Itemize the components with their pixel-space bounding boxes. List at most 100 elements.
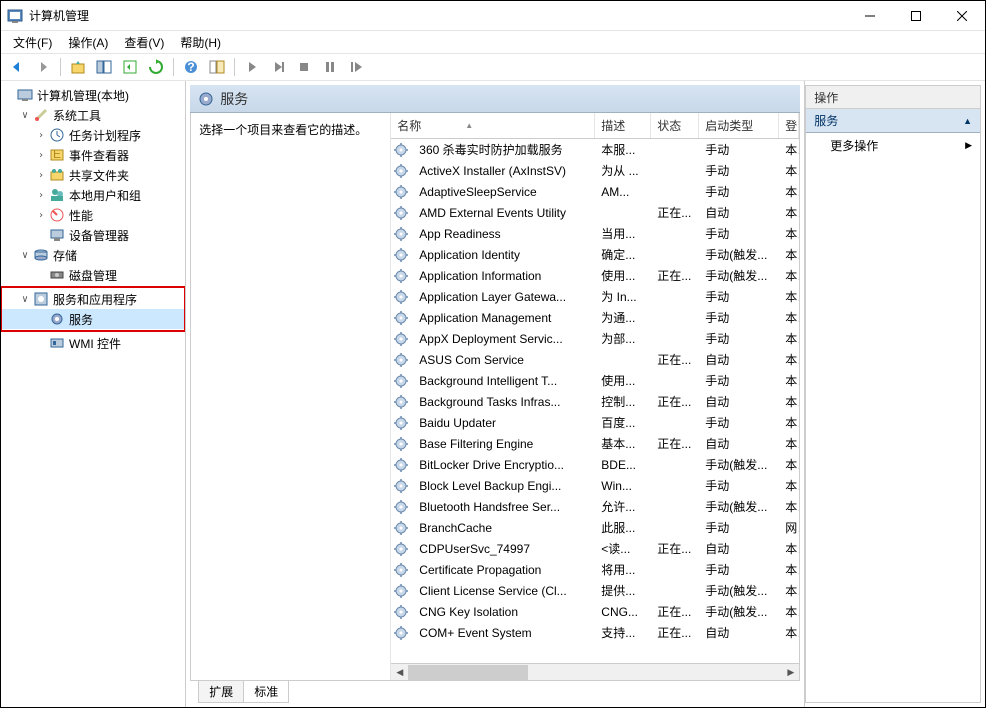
service-logon: 本 [779, 267, 799, 284]
stop-service-button[interactable] [292, 56, 316, 78]
actions-section[interactable]: 服务 ▲ [806, 109, 980, 133]
service-startup: 手动 [699, 183, 779, 200]
menu-help[interactable]: 帮助(H) [172, 32, 229, 53]
show-hide-tree-button[interactable] [92, 56, 116, 78]
resume-service-button[interactable] [344, 56, 368, 78]
service-name: Bluetooth Handsfree Ser... [413, 500, 595, 514]
service-row[interactable]: App Readiness当用...手动本 [391, 223, 799, 244]
col-logon[interactable]: 登 [779, 113, 799, 138]
tree-shared-folders[interactable]: ›共享文件夹 [1, 165, 185, 185]
service-name: CDPUserSvc_74997 [413, 542, 595, 556]
service-row[interactable]: Bluetooth Handsfree Ser...允许...手动(触发...本 [391, 496, 799, 517]
service-row[interactable]: BranchCache此服...手动网 [391, 517, 799, 538]
properties-button[interactable] [205, 56, 229, 78]
service-row[interactable]: Application Identity确定...手动(触发...本 [391, 244, 799, 265]
service-row[interactable]: CNG Key IsolationCNG...正在...手动(触发...本 [391, 601, 799, 622]
back-button[interactable] [5, 56, 29, 78]
service-name: BranchCache [413, 521, 595, 535]
service-row[interactable]: Client License Service (Cl...提供...手动(触发.… [391, 580, 799, 601]
chevron-right-icon: ▶ [965, 140, 972, 151]
scroll-right-icon[interactable]: ▶ [782, 664, 799, 681]
service-row[interactable]: Application Management为通...手动本 [391, 307, 799, 328]
service-logon: 本 [779, 246, 799, 263]
service-row[interactable]: AdaptiveSleepServiceAM...手动本 [391, 181, 799, 202]
service-startup: 手动(触发... [699, 456, 779, 473]
service-row[interactable]: Baidu Updater百度...手动本 [391, 412, 799, 433]
minimize-button[interactable] [847, 1, 893, 31]
tree-task-scheduler[interactable]: ›任务计划程序 [1, 125, 185, 145]
maximize-button[interactable] [893, 1, 939, 31]
tree-services-apps[interactable]: ∨ 服务和应用程序 [1, 289, 185, 309]
service-row[interactable]: Background Tasks Infras...控制...正在...自动本 [391, 391, 799, 412]
expand-icon[interactable]: › [33, 170, 49, 181]
tab-standard[interactable]: 标准 [243, 681, 289, 703]
service-row[interactable]: Application Information使用...正在...手动(触发..… [391, 265, 799, 286]
horizontal-scrollbar[interactable]: ◀ ▶ [391, 663, 799, 680]
service-status: 正在... [651, 267, 699, 284]
up-button[interactable] [66, 56, 90, 78]
service-logon: 本 [779, 393, 799, 410]
menubar: 文件(F) 操作(A) 查看(V) 帮助(H) [1, 31, 985, 53]
gear-icon [393, 163, 409, 179]
menu-view[interactable]: 查看(V) [116, 32, 172, 53]
service-row[interactable]: BitLocker Drive Encryptio...BDE...手动(触发.… [391, 454, 799, 475]
help-button[interactable]: ? [179, 56, 203, 78]
service-row[interactable]: Background Intelligent T...使用...手动本 [391, 370, 799, 391]
service-row[interactable]: Block Level Backup Engi...Win...手动本 [391, 475, 799, 496]
service-row[interactable]: Certificate Propagation将用...手动本 [391, 559, 799, 580]
menu-action[interactable]: 操作(A) [60, 32, 116, 53]
service-desc: 提供... [595, 582, 651, 599]
expand-icon[interactable]: › [33, 210, 49, 221]
service-row[interactable]: ActiveX Installer (AxInstSV)为从 ...手动本 [391, 160, 799, 181]
service-row[interactable]: ASUS Com Service正在...自动本 [391, 349, 799, 370]
collapse-icon[interactable]: ∨ [17, 250, 33, 261]
expand-icon[interactable]: › [33, 130, 49, 141]
col-startup[interactable]: 启动类型 [699, 113, 779, 138]
tree-device-manager[interactable]: 设备管理器 [1, 225, 185, 245]
tree-performance[interactable]: ›性能 [1, 205, 185, 225]
tree-storage[interactable]: ∨ 存储 [1, 245, 185, 265]
tree-system-tools[interactable]: ∨ 系统工具 [1, 105, 185, 125]
tree-label: 设备管理器 [69, 227, 129, 244]
service-row[interactable]: Base Filtering Engine基本...正在...自动本 [391, 433, 799, 454]
navigation-tree[interactable]: 计算机管理(本地) ∨ 系统工具 ›任务计划程序 ›E事件查看器 ›共享文件夹 [1, 81, 186, 707]
service-row[interactable]: CDPUserSvc_74997<读...正在...自动本 [391, 538, 799, 559]
tree-local-users[interactable]: ›本地用户和组 [1, 185, 185, 205]
expand-icon[interactable]: › [33, 190, 49, 201]
tab-extended[interactable]: 扩展 [198, 681, 244, 703]
menu-file[interactable]: 文件(F) [5, 32, 60, 53]
service-row[interactable]: AMD External Events Utility正在...自动本 [391, 202, 799, 223]
actions-header: 操作 [805, 85, 981, 109]
storage-icon [33, 247, 49, 263]
export-button[interactable] [118, 56, 142, 78]
forward-button[interactable] [31, 56, 55, 78]
collapse-icon[interactable]: ∨ [17, 294, 33, 305]
tree-services[interactable]: 服务 [1, 309, 185, 329]
refresh-button[interactable] [144, 56, 168, 78]
service-row[interactable]: Application Layer Gatewa...为 In...手动本 [391, 286, 799, 307]
tree-root[interactable]: 计算机管理(本地) [1, 85, 185, 105]
col-name[interactable]: 名称▲ [391, 113, 595, 138]
service-status: 正在... [651, 351, 699, 368]
actions-more[interactable]: 更多操作 ▶ [806, 133, 980, 158]
list-body[interactable]: 360 杀毒实时防护加载服务本服...手动本ActiveX Installer … [391, 139, 799, 663]
restart-service-button[interactable] [318, 56, 342, 78]
pause-service-button[interactable] [266, 56, 290, 78]
start-service-button[interactable] [240, 56, 264, 78]
service-desc: 允许... [595, 498, 651, 515]
col-status[interactable]: 状态 [651, 113, 699, 138]
collapse-icon[interactable]: ∨ [17, 110, 33, 121]
service-row[interactable]: AppX Deployment Servic...为部...手动本 [391, 328, 799, 349]
scroll-thumb[interactable] [408, 665, 528, 680]
tree-disk-management[interactable]: 磁盘管理 [1, 265, 185, 285]
close-button[interactable] [939, 1, 985, 31]
service-row[interactable]: COM+ Event System支持...正在...自动本 [391, 622, 799, 643]
gear-icon [393, 352, 409, 368]
expand-icon[interactable]: › [33, 150, 49, 161]
tree-wmi[interactable]: WMI 控件 [1, 333, 185, 353]
col-desc[interactable]: 描述 [595, 113, 651, 138]
service-row[interactable]: 360 杀毒实时防护加载服务本服...手动本 [391, 139, 799, 160]
service-logon: 本 [779, 582, 799, 599]
scroll-left-icon[interactable]: ◀ [391, 664, 408, 681]
tree-event-viewer[interactable]: ›E事件查看器 [1, 145, 185, 165]
